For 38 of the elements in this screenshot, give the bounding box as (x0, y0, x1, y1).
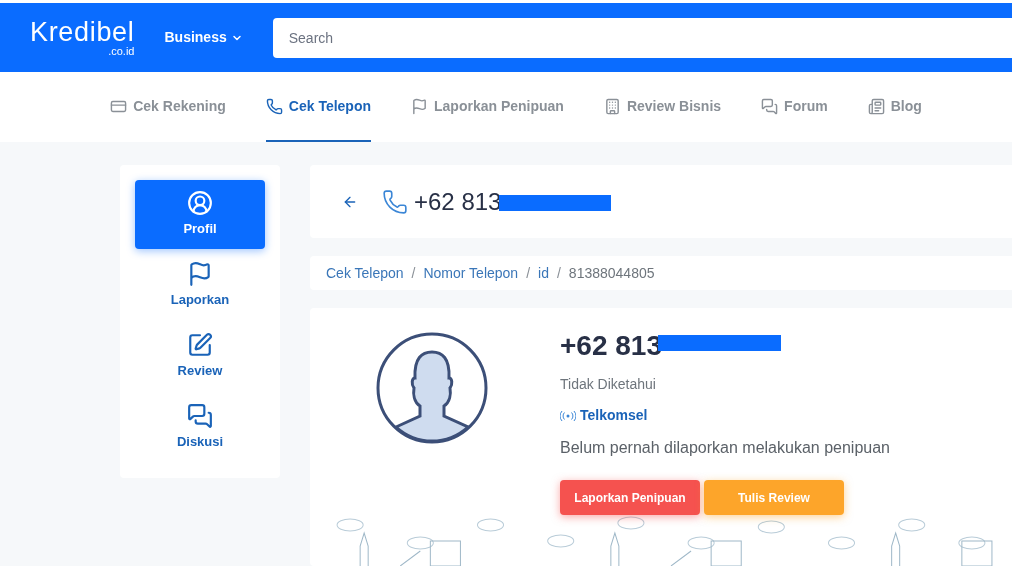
nav-tab[interactable]: Review Bisnis (603, 72, 722, 142)
logo[interactable]: Kredibel (30, 18, 135, 46)
chat-bubbles-icon (761, 97, 779, 115)
search-field[interactable]: Search (272, 17, 1012, 58)
sidebar-item[interactable]: Profil (135, 180, 265, 249)
avatar-icon (376, 332, 488, 444)
nav-tab[interactable]: Blog (867, 72, 922, 142)
breadcrumb-item: 81388044805 (568, 263, 655, 283)
report-fraud-button[interactable]: Laporkan Penipuan (560, 480, 700, 515)
operator-name: Telkomsel (580, 406, 648, 425)
breadcrumb-separator: / (556, 263, 561, 283)
owner-name: Tidak Diketahui (560, 375, 657, 394)
sidebar-item[interactable]: Laporkan (135, 251, 265, 320)
user-circle-icon (187, 190, 213, 217)
sidebar-item[interactable]: Diskusi (135, 393, 265, 462)
signal-icon (560, 410, 576, 421)
phone-icon (382, 188, 408, 215)
newspaper-icon (867, 97, 885, 115)
flag-icon (411, 97, 428, 115)
sidebar-item[interactable]: Review (135, 322, 265, 391)
phone-icon (265, 97, 283, 115)
nav-tab[interactable]: Cek Telepon (265, 72, 371, 142)
breadcrumb-item[interactable]: Nomor Telepon (423, 262, 519, 284)
phone-number-title: +62 813 (414, 186, 502, 217)
flag-icon (187, 261, 213, 288)
building-icon (603, 97, 621, 115)
nav-tab[interactable]: Laporkan Penipuan (411, 72, 564, 142)
logo-suffix: .co.id (108, 45, 135, 57)
breadcrumb-separator: / (411, 263, 416, 283)
edit-icon (187, 332, 213, 359)
breadcrumb-separator: / (526, 263, 531, 283)
chat-bubbles-icon (187, 403, 213, 430)
breadcrumb-item[interactable]: Cek Telepon (326, 262, 404, 284)
report-status: Belum pernah dilaporkan melakukan penipuan (560, 438, 890, 458)
nav-tab[interactable]: Forum (761, 72, 828, 142)
nav-tab[interactable]: Cek Rekening (110, 72, 226, 142)
business-menu[interactable]: Business (164, 27, 243, 48)
breadcrumb-item[interactable]: id (538, 262, 549, 284)
